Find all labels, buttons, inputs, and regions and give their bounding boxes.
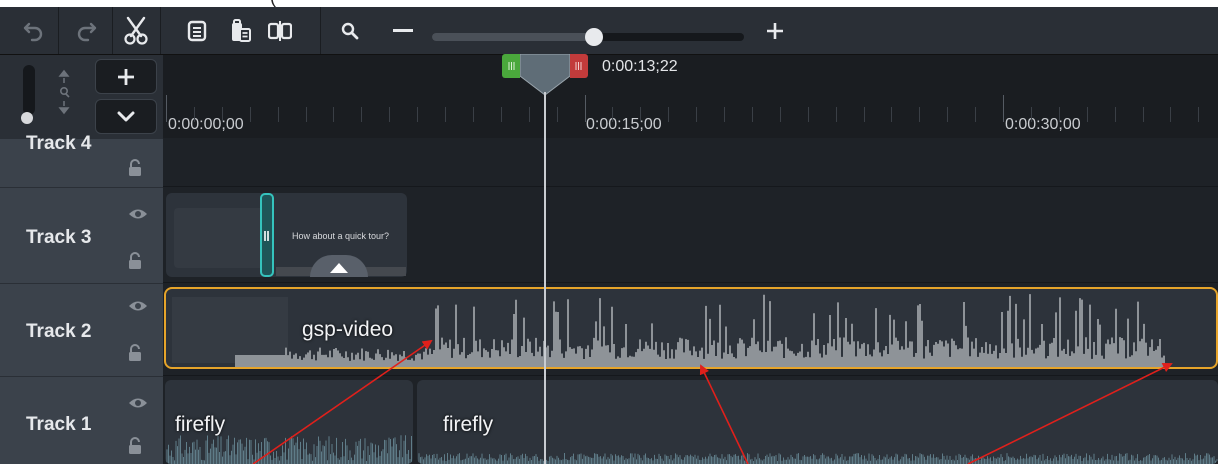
ruler-tick	[472, 107, 474, 122]
zoom-search-icon	[336, 7, 364, 54]
ruler-tick	[668, 107, 670, 122]
plus-icon	[118, 68, 134, 85]
track-header-2[interactable]: Track 2	[0, 283, 163, 377]
ruler-label-0: 0:00:00;00	[168, 116, 244, 133]
track-height-slider[interactable]	[23, 65, 35, 115]
collapse-tracks-button[interactable]	[95, 99, 157, 134]
lock-icon[interactable]	[128, 437, 142, 459]
ruler-tick	[863, 107, 865, 122]
track-header-1[interactable]: Track 1	[0, 376, 163, 464]
ruler-tick	[361, 107, 363, 122]
ruler-tick	[389, 107, 391, 122]
lock-icon[interactable]	[128, 344, 142, 366]
eye-icon[interactable]	[128, 207, 148, 225]
track-header-3[interactable]: Track 3	[0, 187, 163, 284]
ruler-tick	[1198, 107, 1200, 122]
lock-icon[interactable]	[128, 159, 142, 181]
playhead-line	[544, 92, 546, 464]
add-track-button[interactable]	[95, 59, 157, 94]
ruler-tick	[1170, 107, 1172, 122]
ruler-tick	[556, 107, 558, 122]
ruler-tick	[947, 107, 949, 122]
ruler-tick	[305, 107, 307, 122]
eye-icon[interactable]	[128, 299, 148, 317]
ruler-tick	[417, 107, 419, 122]
ruler-tick	[612, 107, 614, 122]
audio-waveform	[418, 453, 1218, 464]
callout-split-handle[interactable]	[260, 193, 274, 277]
audio-clip-2[interactable]	[417, 380, 1218, 464]
ruler-tick	[528, 107, 530, 122]
zoom-slider[interactable]	[432, 28, 744, 46]
ruler-tick	[249, 107, 251, 122]
ruler-tick	[445, 107, 446, 122]
ruler-tick	[1142, 107, 1144, 122]
ruler-tick	[640, 107, 642, 122]
zoom-tracks-icon	[57, 69, 71, 120]
callout-clip-caption: How about a quick tour?	[292, 231, 390, 241]
playhead-time: 0:00:13;22	[602, 58, 678, 75]
triangle-up-icon	[330, 263, 348, 273]
ruler-label-15: 0:00:15;00	[586, 116, 662, 133]
redo-icon[interactable]	[70, 7, 104, 54]
undo-icon[interactable]	[16, 7, 50, 54]
ruler-tick	[166, 95, 167, 122]
timeline-header-controls	[0, 55, 163, 138]
playhead-in-handle[interactable]	[502, 54, 520, 78]
lock-icon[interactable]	[128, 252, 142, 274]
clip-thumbnail	[174, 208, 264, 268]
track-name: Track 3	[26, 227, 92, 248]
clip-label: firefly	[175, 413, 226, 436]
timeline-toolbar	[0, 7, 1218, 55]
chevron-down-icon	[117, 111, 135, 121]
timeline-ruler[interactable]: 0:00:00;00 0:00:15;00 0:00:30;00	[163, 55, 1218, 138]
ruler-tick	[779, 107, 781, 122]
ruler-tick	[333, 107, 335, 122]
timeline-editor: (	[0, 0, 1218, 464]
ruler-tick	[500, 107, 502, 122]
ruler-tick	[277, 107, 279, 122]
zoom-in-icon[interactable]	[764, 7, 786, 54]
zoom-slider-fill	[432, 33, 595, 41]
cut-icon[interactable]	[116, 7, 156, 54]
caption-text: (	[270, 0, 276, 7]
clip-label: gsp-video	[302, 318, 394, 341]
ruler-tick	[1114, 107, 1116, 122]
ruler-tick	[584, 95, 586, 122]
ruler-tick	[724, 107, 725, 122]
eye-icon[interactable]	[128, 396, 148, 414]
split-icon[interactable]	[262, 7, 298, 54]
clip-label: firefly	[443, 413, 494, 436]
zoom-slider-knob[interactable]	[585, 28, 604, 46]
ruler-tick	[751, 107, 753, 122]
copy-icon[interactable]	[180, 7, 214, 54]
track-header-4[interactable]: Track 4	[0, 133, 163, 188]
track-name: Track 4	[26, 133, 92, 154]
playhead-head[interactable]	[519, 53, 571, 96]
ruler-tick	[835, 107, 837, 122]
ruler-tick	[1058, 107, 1060, 122]
track-name: Track 1	[26, 414, 92, 435]
ruler-tick	[1030, 107, 1032, 122]
caption-strip: (	[0, 0, 1218, 7]
callout-preview-pill	[310, 255, 368, 277]
ruler-tick	[221, 107, 223, 122]
track-height-slider-knob[interactable]	[21, 112, 33, 124]
ruler-tick	[1003, 95, 1004, 122]
zoom-out-icon[interactable]	[390, 7, 416, 54]
ruler-tick	[807, 107, 809, 122]
ruler-label-30: 0:00:30;00	[1005, 116, 1081, 133]
ruler-tick	[975, 107, 977, 122]
playhead-out-handle[interactable]	[570, 54, 588, 78]
ruler-tick	[696, 107, 698, 122]
paste-icon[interactable]	[224, 7, 258, 54]
ruler-tick	[193, 107, 195, 122]
ruler-tick	[919, 107, 921, 122]
track-name: Track 2	[26, 321, 92, 342]
track-lane-4[interactable]	[163, 138, 1218, 187]
ruler-tick	[1086, 107, 1088, 122]
ruler-tick	[891, 107, 893, 122]
